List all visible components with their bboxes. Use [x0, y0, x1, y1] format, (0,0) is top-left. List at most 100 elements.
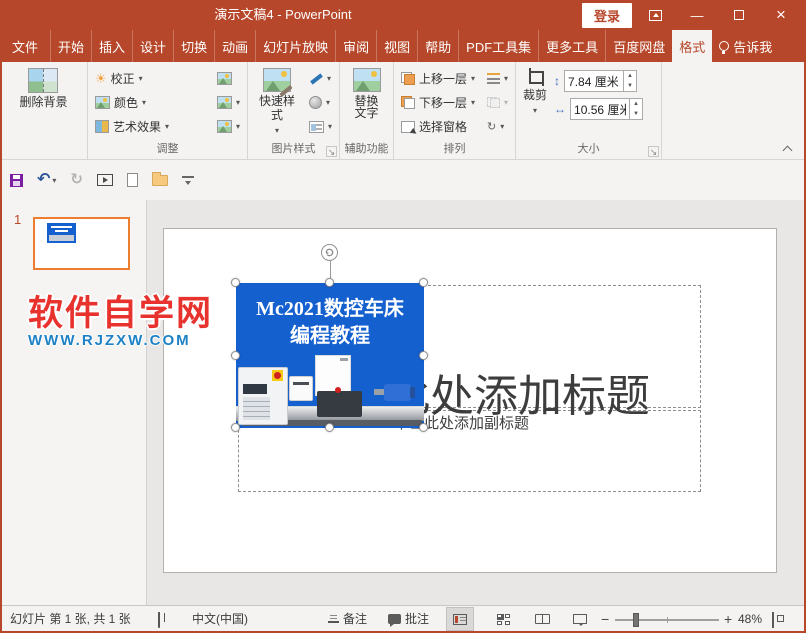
minimize-button[interactable]: —: [678, 0, 716, 30]
tab-view[interactable]: 视图: [377, 30, 419, 62]
align-button[interactable]: ▾: [484, 67, 511, 90]
group-objects-button[interactable]: ▾: [484, 91, 511, 114]
tab-review[interactable]: 审阅: [336, 30, 378, 62]
ribbon-display-options-button[interactable]: [636, 0, 674, 30]
normal-view-button[interactable]: [446, 607, 474, 631]
tab-home[interactable]: 开始: [51, 30, 93, 62]
height-spin-up[interactable]: ▲: [624, 71, 636, 81]
size-dialog-launcher[interactable]: ↘: [648, 146, 659, 157]
slide-sorter-icon: [496, 613, 510, 625]
compress-picture-button[interactable]: [214, 67, 243, 90]
bring-forward-icon: [401, 72, 415, 85]
customize-qat-button[interactable]: [182, 176, 194, 185]
undo-button[interactable]: ↶ ▾: [37, 172, 56, 188]
height-input[interactable]: [565, 71, 624, 91]
reading-view-button[interactable]: [529, 608, 555, 630]
tab-help[interactable]: 帮助: [418, 30, 460, 62]
reset-picture-button[interactable]: ▾: [214, 115, 243, 138]
width-input[interactable]: [571, 99, 630, 119]
tab-design[interactable]: 设计: [133, 30, 175, 62]
new-file-button[interactable]: [127, 173, 138, 187]
alt-text-button[interactable]: 替换 文字: [350, 66, 384, 122]
language-indicator[interactable]: 中文(中国): [192, 606, 248, 633]
zoom-in-button[interactable]: +: [724, 606, 732, 633]
picture-layout-button[interactable]: ▾: [306, 115, 335, 138]
corrections-button[interactable]: ☀ 校正 ▾: [92, 67, 210, 90]
height-spin-down[interactable]: ▼: [624, 81, 636, 91]
bring-forward-button[interactable]: 上移一层 ▾: [398, 67, 480, 90]
save-button[interactable]: [10, 173, 23, 187]
zoom-slider[interactable]: [615, 613, 719, 627]
comments-toggle[interactable]: 批注: [388, 606, 429, 633]
slide-counter[interactable]: 幻灯片 第 1 张, 共 1 张: [10, 606, 131, 633]
resize-handle-top-right[interactable]: [419, 278, 428, 287]
slide-sorter-view-button[interactable]: [490, 608, 516, 630]
open-file-button[interactable]: [152, 171, 168, 186]
tab-slideshow[interactable]: 幻灯片放映: [256, 30, 337, 62]
redo-button[interactable]: ↻: [70, 172, 83, 187]
picture-styles-dialog-launcher[interactable]: ↘: [326, 146, 337, 157]
artistic-effects-button[interactable]: 艺术效果 ▾: [92, 115, 210, 138]
group-remove-background: 删除背景: [0, 62, 88, 159]
zoom-slider-thumb[interactable]: [633, 613, 639, 627]
quick-styles-button[interactable]: 快速样式 ▾: [252, 66, 302, 140]
resize-handle-bottom-left[interactable]: [231, 423, 240, 432]
resize-handle-top-middle[interactable]: [325, 278, 334, 287]
title-bar: 演示文稿4 - PowerPoint 登录 — ×: [0, 0, 806, 30]
zoom-level[interactable]: 48%: [738, 606, 762, 633]
group-accessibility: 替换 文字 辅助功能: [340, 62, 394, 159]
slide-thumbnail-1[interactable]: [33, 217, 130, 270]
send-backward-button[interactable]: 下移一层 ▾: [398, 91, 480, 114]
sun-icon: ☀: [95, 71, 107, 86]
width-spin-down[interactable]: ▼: [630, 109, 642, 119]
remove-background-button[interactable]: 删除背景: [16, 66, 70, 111]
collapse-ribbon-button[interactable]: [780, 143, 796, 155]
arrange-group-label: 排列: [443, 143, 466, 155]
close-button[interactable]: ×: [762, 0, 800, 30]
pen-icon: [309, 72, 323, 86]
lathe-machine-graphic: [236, 355, 424, 428]
notes-toggle[interactable]: 备注: [328, 606, 367, 633]
tab-tell-me[interactable]: 告诉我: [712, 30, 779, 62]
start-slideshow-button[interactable]: [97, 174, 113, 186]
picture-border-button[interactable]: ▾: [306, 67, 335, 90]
rotate-handle[interactable]: [321, 244, 338, 261]
tab-more-tools[interactable]: 更多工具: [539, 30, 607, 62]
notes-icon: [328, 614, 339, 623]
resize-handle-middle-left[interactable]: [231, 351, 240, 360]
group-adjust: ☀ 校正 ▾ 颜色 ▾ 艺术效果 ▾ ▾ ▾ 调整: [88, 62, 248, 159]
login-button[interactable]: 登录: [581, 2, 632, 28]
caret-down-icon: ▾: [165, 122, 170, 131]
caret-down-icon: ▾: [533, 106, 538, 115]
selected-picture[interactable]: Mc2021数控车床 编程教程: [236, 283, 424, 428]
tab-baidu-netdisk[interactable]: 百度网盘: [606, 30, 672, 62]
tab-transitions[interactable]: 切换: [174, 30, 216, 62]
tab-file[interactable]: 文件: [0, 30, 52, 62]
tab-insert[interactable]: 插入: [92, 30, 134, 62]
picture-effects-button[interactable]: ▾: [306, 91, 335, 114]
width-spin-up[interactable]: ▲: [630, 99, 642, 109]
resize-handle-middle-right[interactable]: [419, 351, 428, 360]
fit-to-window-button[interactable]: [772, 611, 774, 628]
zoom-out-button[interactable]: −: [601, 606, 609, 633]
alt-text-label-2: 文字: [354, 106, 379, 120]
tab-pdf-tools[interactable]: PDF工具集: [459, 30, 540, 62]
spell-check-button[interactable]: [158, 611, 160, 628]
control-box: [238, 367, 288, 425]
resize-handle-top-left[interactable]: [231, 278, 240, 287]
slideshow-view-icon: [573, 614, 587, 626]
maximize-button[interactable]: [720, 0, 758, 30]
slideshow-view-button[interactable]: [567, 608, 593, 630]
crop-button[interactable]: 裁剪 ▾: [520, 66, 550, 120]
group-picture-styles: 快速样式 ▾ ▾ ▾ ▾ 图片样式 ↘: [248, 62, 340, 159]
rotate-button[interactable]: ↻ ▾: [484, 115, 511, 138]
machine-cabinet: [315, 355, 351, 396]
resize-handle-bottom-right[interactable]: [419, 423, 428, 432]
tab-animations[interactable]: 动画: [215, 30, 257, 62]
color-button[interactable]: 颜色 ▾: [92, 91, 210, 114]
tab-format[interactable]: 格式: [672, 30, 713, 62]
caret-down-icon: ▾: [325, 98, 330, 107]
resize-handle-bottom-middle[interactable]: [325, 423, 334, 432]
change-picture-button[interactable]: ▾: [214, 91, 243, 114]
selection-pane-button[interactable]: 选择窗格: [398, 115, 480, 138]
